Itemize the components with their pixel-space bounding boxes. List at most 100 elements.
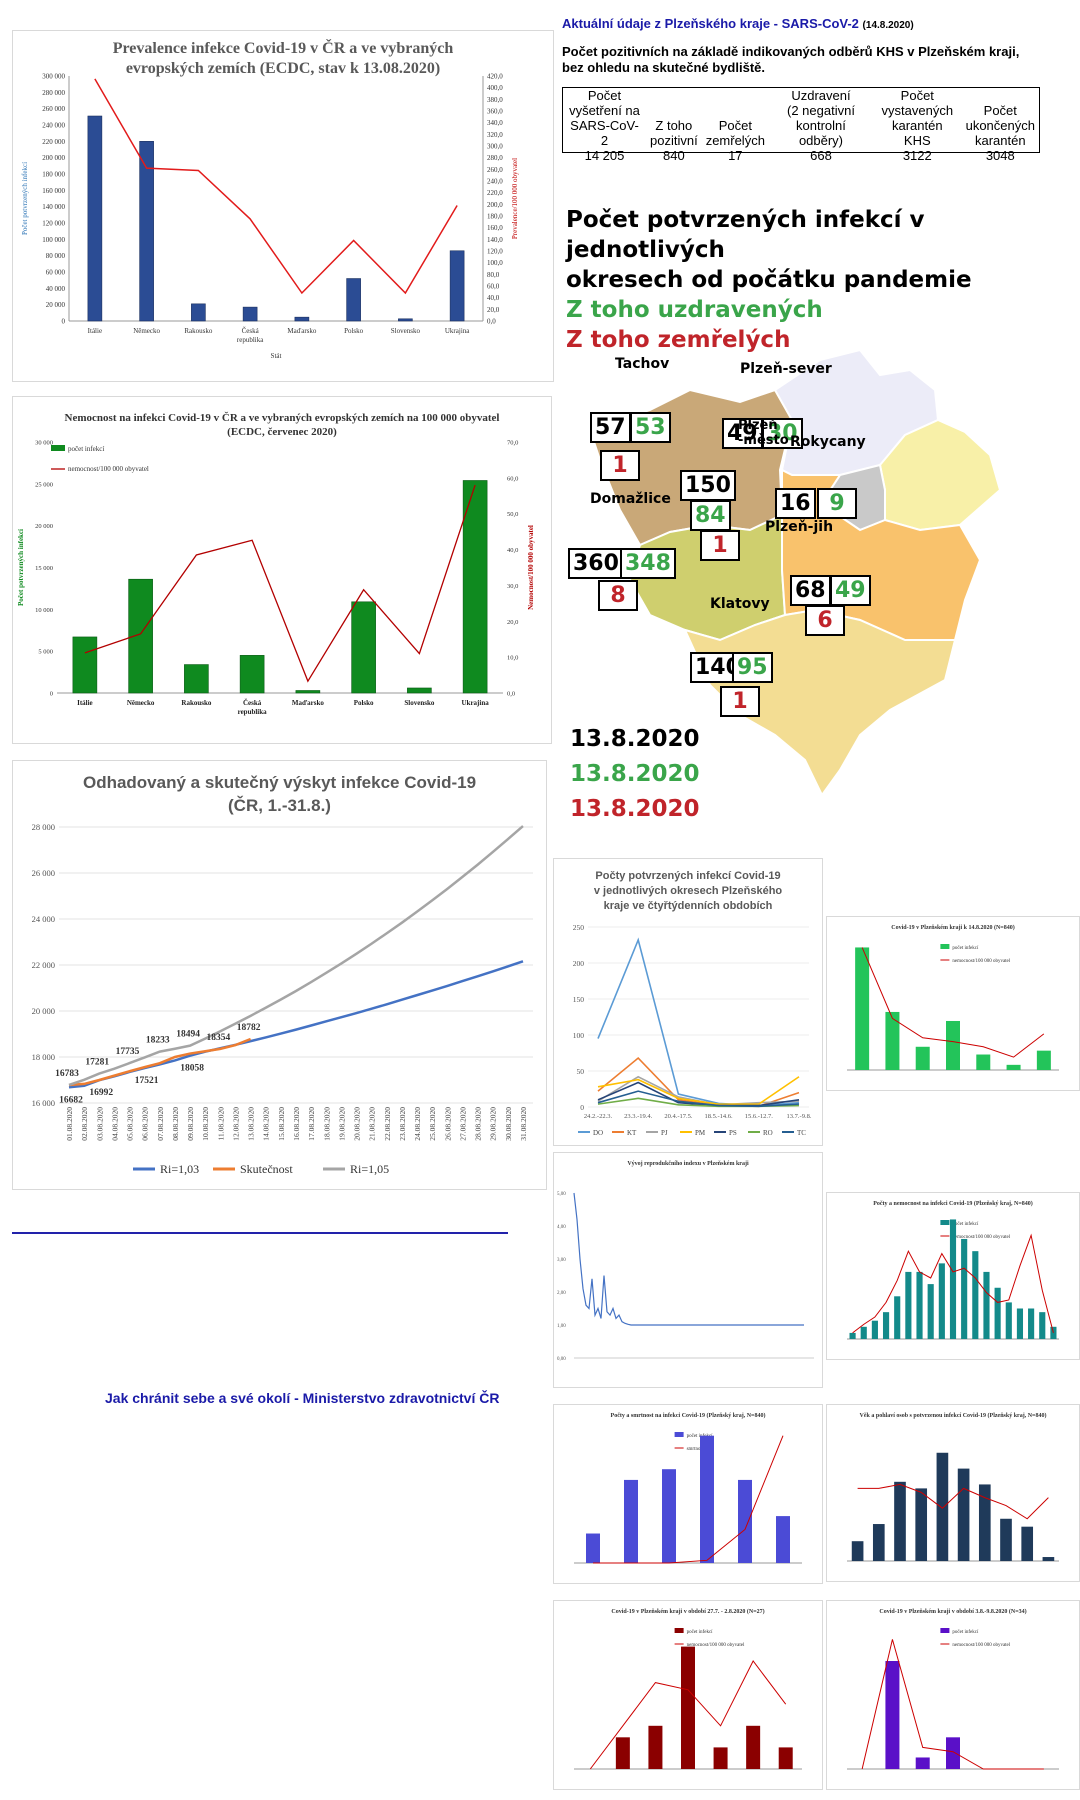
x-tick-label: 23.08.2020 [398,1107,407,1141]
morbidity-chart: 0 5 000 10 000 15 000 20 000 25 000 30 000 0,0 1… [17,440,535,717]
legend-label: DO [593,1129,603,1137]
y-tick-label: 20 000 [32,1006,55,1016]
x-tick-label: 05.08.2020 [126,1107,135,1141]
stat-zemrelych: Počet zemřelých 17 [702,88,769,163]
y2-tick-label: 160,0 [487,224,503,232]
district-cases: 68 [790,575,831,606]
thumb-chart-lethality: Počty a smrtnost na infekci Covid-19 (Pl… [574,1412,802,1564]
bar [894,1481,906,1561]
bar [1042,1557,1055,1561]
legend-label: KT [627,1129,637,1137]
bar [1028,1308,1035,1339]
district-name-line: Plzeň [738,418,778,433]
x-tick-label: 21.08.2020 [368,1107,377,1141]
series-line [593,1435,784,1564]
y-tick-label: 280 000 [42,89,65,97]
stat-label: vyšetření na [569,103,640,118]
y-tick-label: 0 [62,318,66,326]
bar [851,1541,864,1561]
map-date-deceased: 13.8.2020 [570,796,700,822]
x-tick-label: 13.7.-9.8. [787,1113,812,1120]
legend-label: Ri=1,03 [160,1162,199,1176]
data-label: 17521 [135,1076,159,1086]
map-dates: 13.8.2020 13.8.2020 13.8.2020 [570,722,700,827]
x-tick-label: Slovensko [391,327,421,335]
y2-tick-label: 20,0 [487,306,500,314]
stat-label: Počet [900,88,934,103]
bar [1021,1526,1034,1561]
y2-tick-label: 420,0 [487,73,503,81]
y-tick-label: 150 [573,995,585,1004]
bar [72,636,98,694]
stat-value: 14 205 [584,148,625,163]
stat-karanteny: Počet vystavených karantén KHS 3122 [873,88,962,163]
x-tick-label: 01.08.2020 [65,1107,74,1141]
y-tick-label: 40 000 [46,285,66,293]
legend-label: počet infekcí [952,1630,979,1635]
data-label: 18058 [180,1064,204,1074]
bar [615,1737,630,1769]
bar [242,306,258,322]
legend-label: PS [729,1129,737,1137]
stat-label: Uzdravení [791,88,851,103]
bar [938,1263,945,1339]
y2-tick-label: 30,0 [507,583,518,590]
y2-tick-label: 240,0 [487,178,503,186]
data-label: 18233 [146,1036,170,1046]
y2-tick-label: 260,0 [487,166,503,174]
x-tick-label: 19.08.2020 [337,1107,346,1141]
y-tick-label: 0 [50,691,53,698]
x-tick-label: republika [237,336,264,344]
y-tick-label: 50 [577,1067,585,1076]
y-tick-label: 25 000 [35,481,53,488]
region-data-link[interactable]: Aktuální údaje z Plzeňského kraje - SARS… [562,16,859,31]
thumb-title: Věk a pohlaví osob s potvrzenou infekcí … [860,1412,1047,1419]
x-tick-label: 31.08.2020 [519,1107,528,1141]
x-tick-label: 30.08.2020 [504,1107,513,1141]
bar [778,1747,793,1769]
legend-label: nemocnost/100 000 obyvatel [952,959,1010,964]
y2-tick-label: 180,0 [487,213,503,221]
x-tick-label: 26.08.2020 [443,1107,452,1141]
y2-tick-label: 50,0 [507,511,518,518]
y2-tick-label: 60,0 [487,283,500,291]
y-tick-label: 18 000 [32,1052,55,1062]
series-line [573,1192,804,1326]
x-tick-label: 02.08.2020 [80,1107,89,1141]
map-title: Počet potvrzených infekcí v jednotlivých… [566,205,1080,355]
stat-value: 668 [810,148,832,163]
bar [746,1725,761,1769]
stat-label: pozitivní [649,133,698,148]
x-tick-label: 06.08.2020 [141,1107,150,1141]
bar [972,1251,979,1339]
bar [239,655,265,694]
legend-label: nemocnost/100 000 obyvatel [68,465,149,473]
estimate-chart: 16 000 18 000 20 000 22 000 24 000 26 000 28 0… [32,822,533,1176]
y-tick-label: 140 000 [42,203,65,211]
legend-label: Ri=1,05 [350,1162,389,1176]
y2-tick-label: 340,0 [487,119,503,127]
estimate-chart-panel: Odhadovaný a skutečný výskyt infekce Cov… [12,760,547,1190]
x-tick-label: 28.08.2020 [474,1107,483,1141]
y-tick-label: 5,00 [557,1192,566,1197]
district-recovered: 49 [830,575,871,606]
x-tick-label: Německo [133,327,160,335]
ministry-link[interactable]: Jak chránit sebe a své okolí - Ministers… [105,1390,499,1406]
x-tick-label: 10.08.2020 [201,1107,210,1141]
bar [961,1238,968,1339]
stat-label: Počet [718,118,752,133]
stat-label: Z toho [655,118,693,133]
stat-vysetreni: Počet vyšetření na SARS-CoV-2 14 205 [563,88,646,163]
header-subtitle: Počet pozitivních na základě indikovanýc… [562,44,1019,76]
y-tick-label: 15 000 [35,565,53,572]
district-recovered: 53 [630,412,671,443]
y-tick-label: 24 000 [32,914,55,924]
y2-tick-label: 40,0 [487,294,500,302]
y-tick-label: 220 000 [42,138,65,146]
bar [624,1479,638,1563]
x-tick-label: 12.08.2020 [231,1107,240,1141]
data-label: 16992 [89,1088,113,1098]
bar [295,690,321,694]
x-tick-label: Česká [242,327,260,335]
bar [648,1725,663,1769]
